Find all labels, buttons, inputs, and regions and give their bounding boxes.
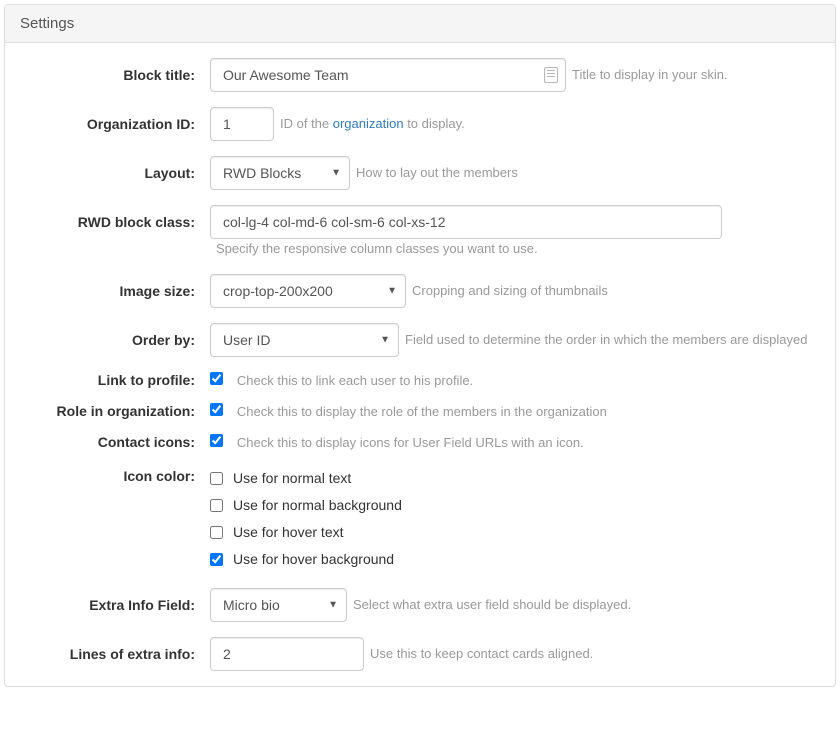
row-rwd-class: RWD block class: Specify the responsive … (20, 205, 820, 259)
settings-panel: Settings Block title: Title to display i… (4, 4, 836, 687)
icon-color-normal-text-checkbox[interactable] (210, 472, 223, 485)
layout-select[interactable]: RWD Blocks ▼ (210, 156, 350, 190)
row-contact-icons: Contact icons: Check this to display ico… (20, 434, 820, 450)
row-layout: Layout: RWD Blocks ▼ How to lay out the … (20, 156, 820, 190)
row-image-size: Image size: crop-top-200x200 ▼ Cropping … (20, 274, 820, 308)
contact-icons-checkbox[interactable] (210, 434, 223, 447)
label-extra-info: Extra Info Field: (20, 588, 210, 613)
help-role: Check this to display the role of the me… (237, 404, 607, 419)
icon-color-option: Use for hover background (210, 546, 402, 573)
paste-icon (544, 67, 558, 83)
icon-color-option-label: Use for hover background (233, 551, 394, 567)
icon-color-options: Use for normal text Use for normal backg… (210, 465, 402, 573)
icon-color-option-label: Use for normal background (233, 497, 402, 513)
help-image-size: Cropping and sizing of thumbnails (412, 281, 608, 301)
row-role: Role in organization: Check this to disp… (20, 403, 820, 419)
row-org-id: Organization ID: ID of the organization … (20, 107, 820, 141)
chevron-down-icon: ▼ (387, 285, 397, 296)
help-lines: Use this to keep contact cards aligned. (370, 644, 593, 664)
order-by-select[interactable]: User ID ▼ (210, 323, 399, 357)
label-icon-color: Icon color: (20, 465, 210, 484)
label-lines: Lines of extra info: (20, 637, 210, 662)
label-link-profile: Link to profile: (20, 372, 210, 388)
extra-info-select[interactable]: Micro bio ▼ (210, 588, 347, 622)
label-image-size: Image size: (20, 274, 210, 299)
image-size-select[interactable]: crop-top-200x200 ▼ (210, 274, 406, 308)
help-org-id: ID of the organization to display. (280, 114, 465, 134)
icon-color-option: Use for hover text (210, 519, 402, 546)
panel-body: Block title: Title to display in your sk… (5, 43, 835, 686)
chevron-down-icon: ▼ (331, 168, 341, 179)
help-extra-info: Select what extra user field should be d… (353, 595, 631, 615)
row-order-by: Order by: User ID ▼ Field used to determ… (20, 323, 820, 357)
label-block-title: Block title: (20, 58, 210, 83)
help-link-profile: Check this to link each user to his prof… (237, 373, 473, 388)
help-contact-icons: Check this to display icons for User Fie… (237, 435, 584, 450)
label-rwd-class: RWD block class: (20, 205, 210, 230)
chevron-down-icon: ▼ (328, 599, 338, 610)
help-block-title: Title to display in your skin. (572, 65, 728, 85)
label-org-id: Organization ID: (20, 107, 210, 132)
chevron-down-icon: ▼ (380, 334, 390, 345)
row-lines: Lines of extra info: Use this to keep co… (20, 637, 820, 671)
help-layout: How to lay out the members (356, 163, 518, 183)
icon-color-option-label: Use for hover text (233, 524, 344, 540)
row-extra-info: Extra Info Field: Micro bio ▼ Select wha… (20, 588, 820, 622)
panel-title: Settings (5, 5, 835, 43)
help-order-by: Field used to determine the order in whi… (405, 330, 808, 350)
icon-color-option: Use for normal text (210, 465, 402, 492)
block-title-input[interactable] (210, 58, 566, 92)
row-icon-color: Icon color: Use for normal text Use for … (20, 465, 820, 573)
icon-color-hover-text-checkbox[interactable] (210, 526, 223, 539)
role-checkbox[interactable] (210, 403, 223, 416)
label-contact-icons: Contact icons: (20, 434, 210, 450)
organization-link[interactable]: organization (333, 116, 404, 131)
icon-color-hover-bg-checkbox[interactable] (210, 553, 223, 566)
link-profile-checkbox[interactable] (210, 372, 223, 385)
lines-input[interactable] (210, 637, 364, 671)
row-block-title: Block title: Title to display in your sk… (20, 58, 820, 92)
row-link-profile: Link to profile: Check this to link each… (20, 372, 820, 388)
icon-color-option-label: Use for normal text (233, 470, 351, 486)
label-order-by: Order by: (20, 323, 210, 348)
org-id-input[interactable] (210, 107, 274, 141)
icon-color-normal-bg-checkbox[interactable] (210, 499, 223, 512)
label-role: Role in organization: (20, 403, 210, 419)
rwd-class-input[interactable] (210, 205, 722, 239)
help-rwd-class: Specify the responsive column classes yo… (216, 239, 538, 259)
icon-color-option: Use for normal background (210, 492, 402, 519)
label-layout: Layout: (20, 156, 210, 181)
